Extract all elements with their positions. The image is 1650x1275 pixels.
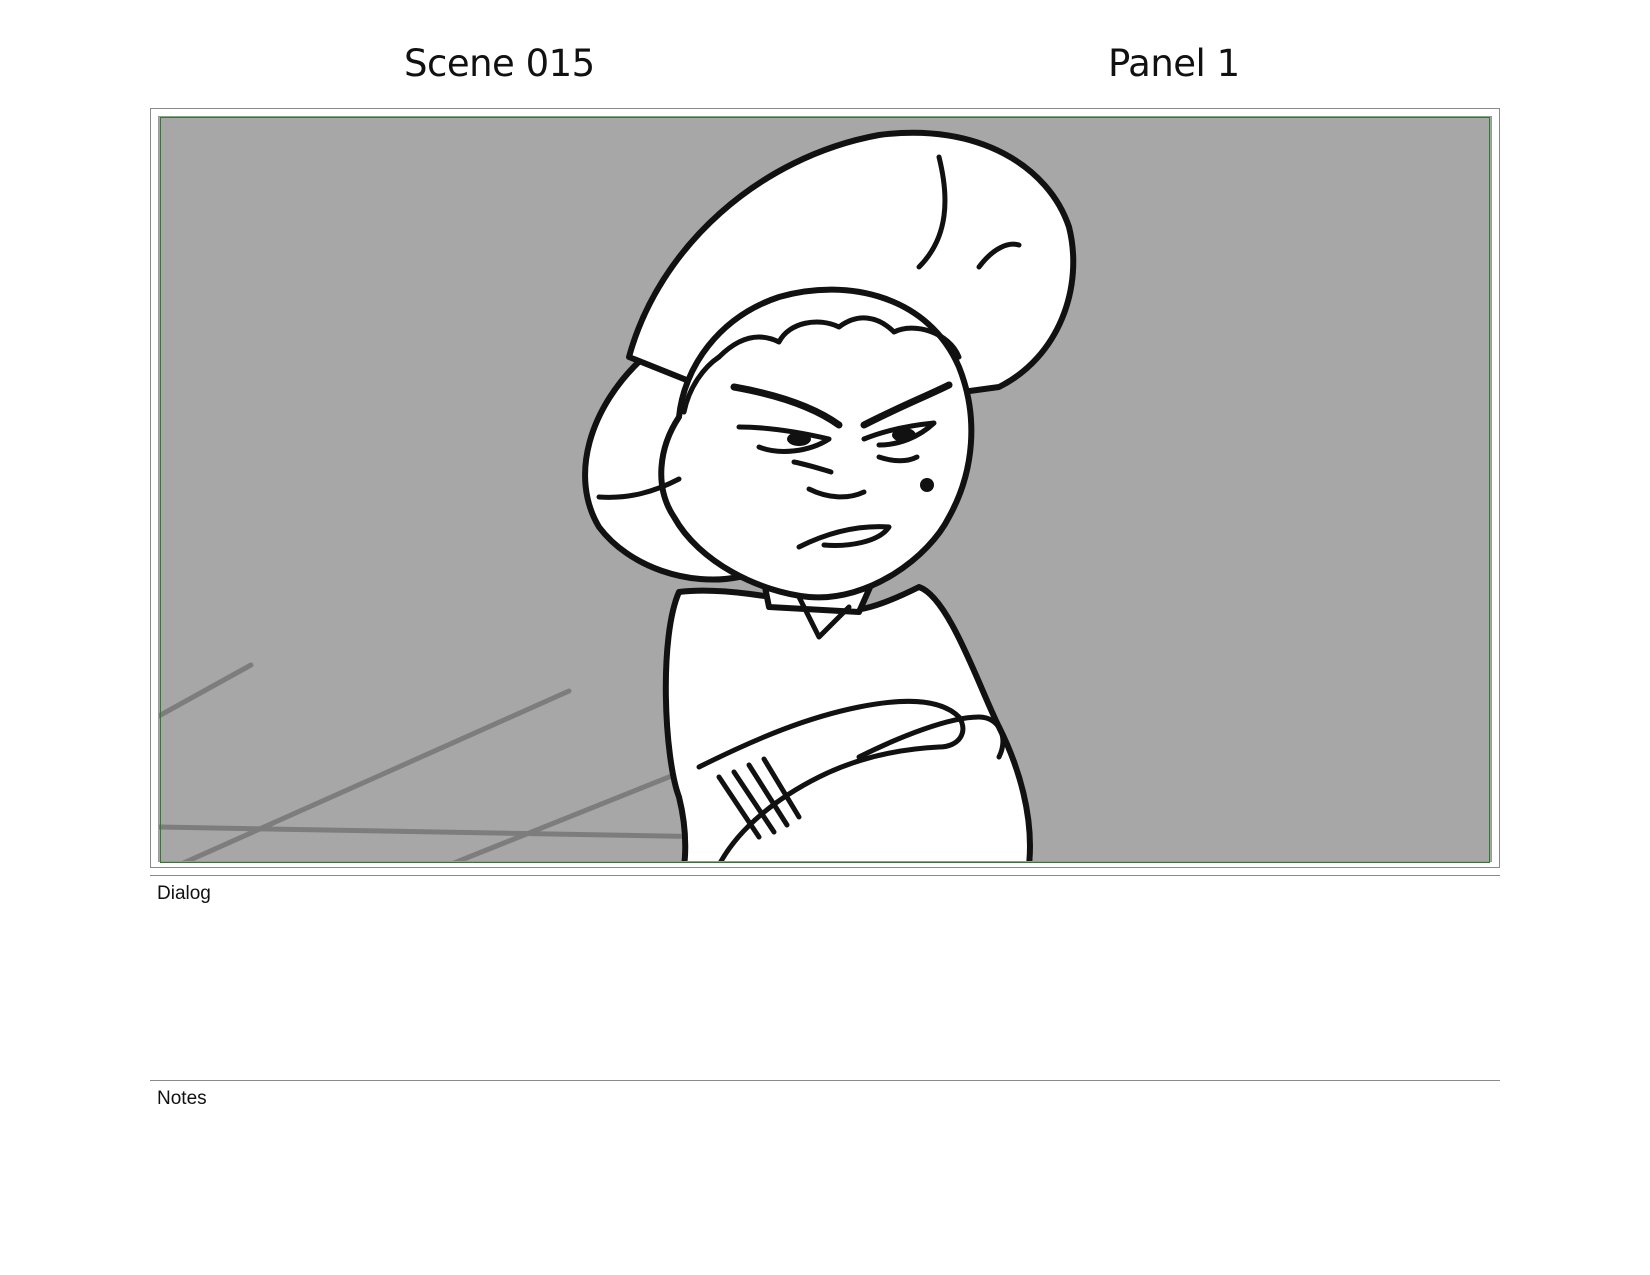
notes-label: Notes	[157, 1088, 207, 1109]
storyboard-sketch	[159, 129, 1077, 861]
panel-image	[158, 116, 1492, 862]
notes-text[interactable]	[157, 1116, 1497, 1256]
scene-title: Scene 015	[404, 42, 595, 85]
panel-title: Panel 1	[1108, 42, 1240, 85]
dialog-divider	[150, 875, 1500, 876]
mole	[920, 478, 934, 492]
dialog-text[interactable]	[157, 912, 1497, 1072]
notes-divider	[150, 1080, 1500, 1081]
floor-lines	[159, 662, 722, 861]
dialog-label: Dialog	[157, 883, 211, 904]
